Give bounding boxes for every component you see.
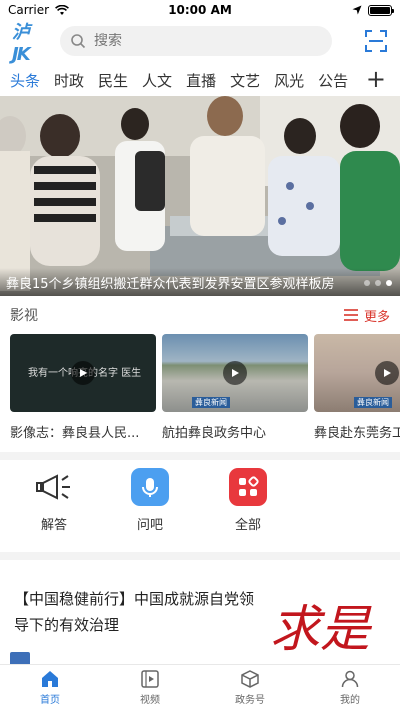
search-icon (71, 34, 86, 49)
play-icon[interactable] (375, 361, 399, 385)
add-tab-button[interactable]: + (366, 66, 386, 92)
hero-banner[interactable]: 彝良15个乡镇组织搬迁群众代表到发界安置区参观样板房 (0, 96, 400, 296)
tab-headline[interactable]: 头条 (10, 70, 40, 91)
service-ask[interactable]: 问吧 (120, 468, 180, 533)
hero-image (0, 96, 400, 296)
nav-label: 我的 (340, 695, 360, 706)
user-icon (341, 670, 359, 688)
status-left: Carrier (8, 3, 70, 17)
wifi-icon (55, 4, 70, 15)
battery-icon (368, 4, 394, 16)
nav-profile[interactable]: 我的 (300, 665, 400, 710)
scan-icon (365, 30, 387, 52)
article-title: 【中国稳健前行】中国成就源自党领导下的有效治理 (14, 590, 255, 634)
status-bar: Carrier 10:00 AM (0, 0, 400, 20)
nav-label: 政务号 (235, 695, 265, 706)
bottom-nav: 首页 视频 政务号 我的 (0, 664, 400, 710)
service-label: 解答 (40, 518, 67, 533)
service-label: 问吧 (136, 518, 163, 533)
more-videos-link[interactable]: 更多 (343, 306, 390, 325)
service-all[interactable]: 全部 (218, 468, 278, 533)
video-card[interactable]: 我有一个响亮的名字 医生 影像志：彝良县人民... (10, 334, 156, 446)
channel-tabs: 头条 时政 民生 人文 直播 文艺 风光 公告 + (0, 64, 400, 96)
tab-politics[interactable]: 时政 (54, 70, 84, 91)
carousel-indicator (364, 280, 392, 286)
service-grid: 解答 问吧 全部 (0, 462, 400, 544)
status-right (352, 4, 394, 16)
grid-icon (229, 468, 267, 506)
video-section-title: 影视 (10, 308, 38, 324)
cube-icon (241, 670, 259, 688)
video-thumbnail: 彝良新闻 (314, 334, 400, 412)
home-icon (42, 671, 58, 687)
play-icon[interactable] (71, 361, 95, 385)
tab-livelihood[interactable]: 民生 (98, 70, 128, 91)
video-thumbnail: 我有一个响亮的名字 医生 (10, 334, 156, 412)
article-image-text: 求是 (270, 600, 373, 658)
video-card[interactable]: 彝良新闻 航拍彝良政务中心 (162, 334, 308, 446)
play-icon[interactable] (223, 361, 247, 385)
video-title: 彝良赴东莞务工 (314, 426, 400, 441)
location-arrow-icon (352, 5, 362, 15)
video-list: 我有一个响亮的名字 医生 影像志：彝良县人民... 彝良新闻 航拍彝良政务中心 … (10, 334, 400, 446)
nav-label: 首页 (40, 695, 60, 706)
service-label: 全部 (234, 518, 261, 533)
list-icon (343, 309, 358, 321)
app-logo: 泸JK (12, 21, 31, 65)
article-thumbnail: 求是 (266, 582, 394, 664)
article-card[interactable]: 【中国稳健前行】中国成就源自党领导下的有效治理 求是 (0, 572, 400, 668)
video-title: 航拍彝良政务中心 (162, 426, 267, 441)
nav-video[interactable]: 视频 (100, 665, 200, 710)
app-header: 泸JK (0, 21, 400, 65)
tab-scenery[interactable]: 风光 (274, 70, 304, 91)
microphone-icon (131, 468, 169, 506)
tab-culture[interactable]: 人文 (142, 70, 172, 91)
scan-button[interactable] (364, 29, 388, 53)
video-overlay-text: 彝良新闻 (354, 397, 392, 408)
carousel-dot[interactable] (375, 280, 381, 286)
nav-home[interactable]: 首页 (0, 665, 100, 710)
section-divider (0, 452, 400, 460)
video-title: 影像志：彝良县人民... (10, 426, 140, 441)
carousel-dot[interactable] (364, 280, 370, 286)
video-icon (141, 670, 159, 688)
video-section-header: 影视 更多 (0, 300, 400, 330)
video-thumbnail: 彝良新闻 (162, 334, 308, 412)
video-overlay-text: 彝良新闻 (192, 397, 230, 408)
video-card[interactable]: 彝良新闻 彝良赴东莞务工 (314, 334, 400, 446)
carousel-dot-active[interactable] (386, 280, 392, 286)
megaphone-icon (35, 468, 73, 506)
search-input[interactable] (94, 33, 294, 49)
tab-arts[interactable]: 文艺 (230, 70, 260, 91)
more-label: 更多 (363, 309, 390, 325)
section-divider (0, 552, 400, 560)
hero-caption: 彝良15个乡镇组织搬迁群众代表到发界安置区参观样板房 (0, 268, 400, 296)
service-answer[interactable]: 解答 (24, 468, 84, 533)
nav-gov[interactable]: 政务号 (200, 665, 300, 710)
search-bar[interactable] (60, 26, 332, 56)
tab-live[interactable]: 直播 (186, 70, 216, 91)
nav-label: 视频 (140, 695, 160, 706)
carrier-label: Carrier (8, 3, 50, 17)
tab-notice[interactable]: 公告 (318, 70, 348, 91)
